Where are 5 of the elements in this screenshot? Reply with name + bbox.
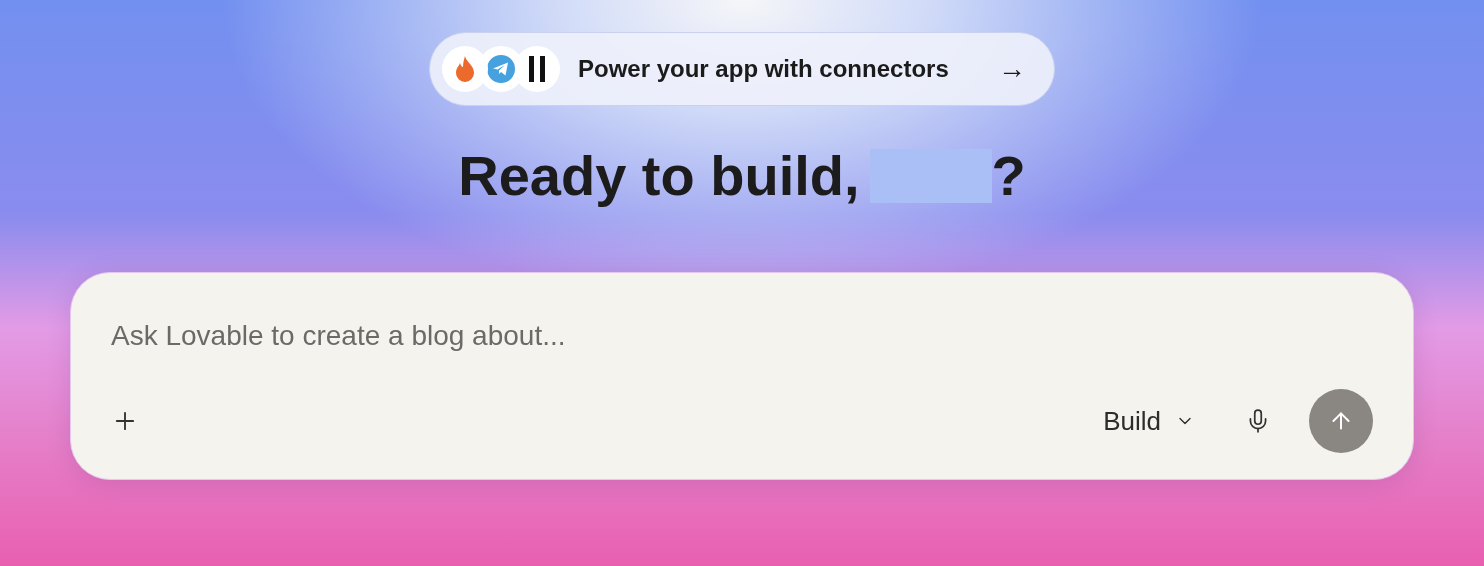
- mode-dropdown[interactable]: Build: [1103, 401, 1195, 441]
- connectors-banner[interactable]: Power your app with connectors →: [429, 32, 1055, 106]
- question-mark: ?: [991, 148, 1026, 204]
- flame-icon: [442, 46, 488, 92]
- prompt-field[interactable]: Ask Lovable to create a blog about...: [111, 315, 1373, 357]
